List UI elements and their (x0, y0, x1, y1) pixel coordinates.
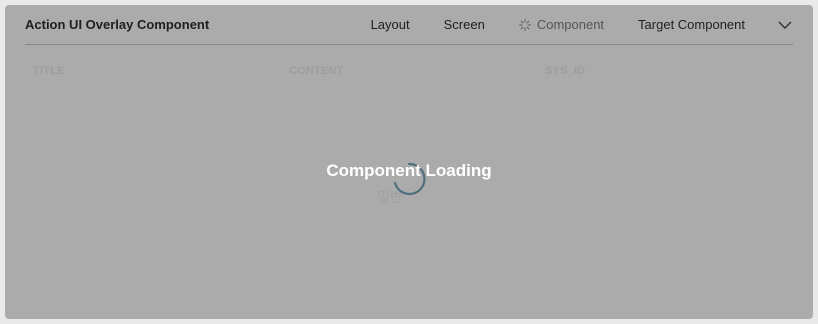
tab-layout[interactable]: Layout (371, 17, 410, 32)
panel-title: Action UI Overlay Component (25, 17, 210, 32)
column-header-content: CONTENT (289, 65, 344, 77)
tab-bar: Layout Screen Component Target Component (371, 5, 793, 44)
column-header-title: TITLE (33, 65, 65, 77)
chevron-down-icon[interactable] (777, 17, 793, 33)
loading-message: Component Loading (326, 161, 492, 180)
tab-target-component[interactable]: Target Component (638, 17, 745, 32)
column-header-sys-id: SYS_ID (545, 65, 586, 77)
spinner-icon (519, 18, 531, 31)
tab-target-component-label: Target Component (638, 17, 745, 32)
tab-component[interactable]: Component (519, 17, 604, 32)
table-header: TITLE CONTENT SYS_ID (33, 65, 793, 81)
tab-layout-label: Layout (370, 17, 410, 32)
panel-header: Action UI Overlay Component Layout Scree… (25, 5, 793, 45)
tab-component-label: Component (536, 17, 605, 32)
tab-screen[interactable]: Screen (444, 17, 485, 32)
overlay-panel: Action UI Overlay Component Layout Scree… (5, 5, 813, 319)
tab-screen-label: Screen (443, 17, 485, 32)
